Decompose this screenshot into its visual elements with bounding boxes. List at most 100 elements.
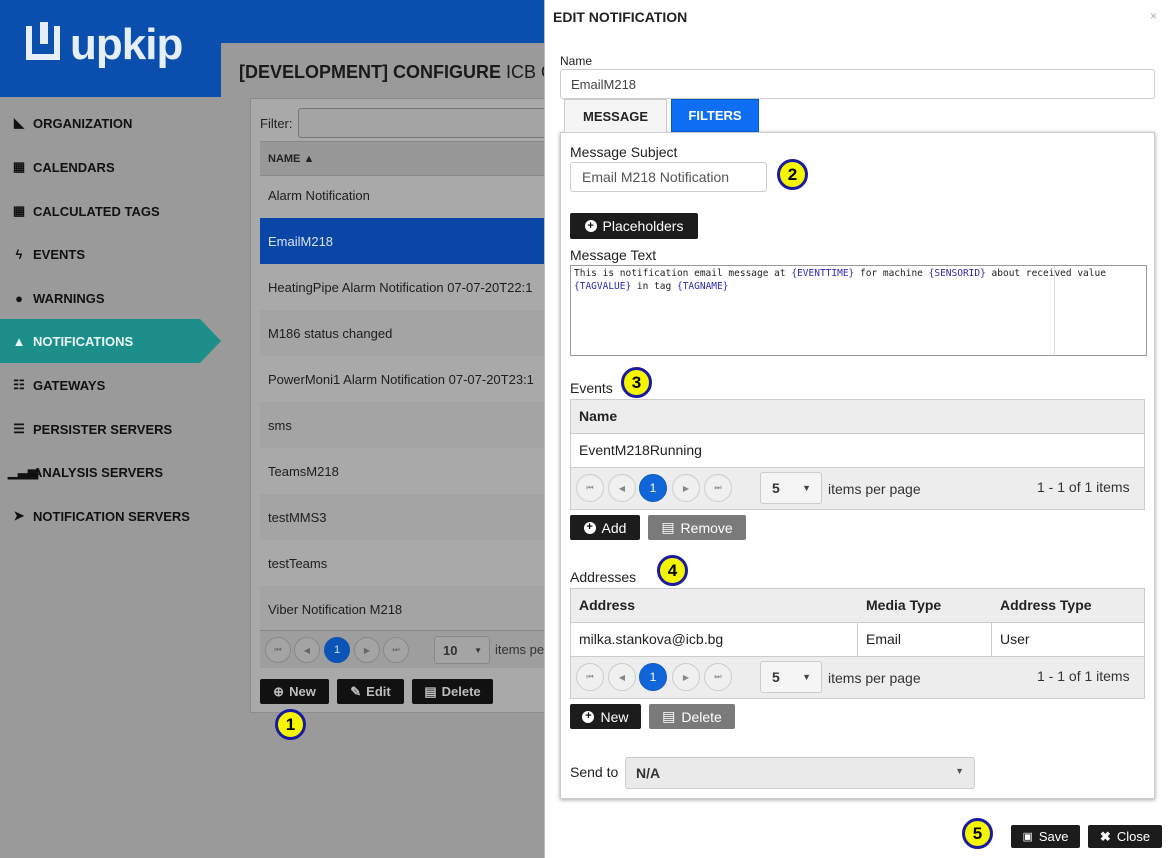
last-page-icon[interactable]: ⏭ [704, 474, 732, 502]
placeholders-button[interactable]: + Placeholders [570, 213, 698, 239]
page-size-select[interactable]: 5 ▼ [760, 661, 822, 693]
table-row[interactable]: testMMS3 [260, 494, 550, 540]
sidebar-item-label: ANALYSIS SERVERS [33, 464, 164, 480]
sidebar-item-calendars[interactable]: ▦ CALENDARS [0, 145, 221, 189]
editor-gutter [1054, 266, 1055, 355]
event-row-name[interactable]: EventM218Running [579, 442, 702, 458]
sidebar-item-label: GATEWAYS [33, 377, 106, 393]
chevron-down-icon: ▼ [802, 672, 811, 682]
prev-page-icon[interactable]: ◀ [294, 637, 320, 663]
send-to-select[interactable]: N/A ▼ [625, 757, 975, 789]
logo-mark-icon [26, 22, 60, 60]
send-to-label: Send to [570, 764, 619, 780]
table-row[interactable]: testTeams [260, 540, 550, 586]
callout-badge-5: 5 [962, 818, 993, 849]
next-page-icon[interactable]: ▶ [354, 637, 380, 663]
trash-icon: ▤ [661, 519, 675, 535]
page-title: [DEVELOPMENT] CONFIGURE ICB O [239, 62, 556, 82]
bar-chart-icon: ▁▃▅ [8, 464, 38, 479]
table-row[interactable]: M186 status changed [260, 310, 550, 356]
message-subject-input[interactable]: Email M218 Notification [570, 162, 767, 192]
sidebar-item-label: NOTIFICATIONS [33, 333, 134, 349]
col-media-type[interactable]: Media Type [866, 597, 941, 613]
prev-page-icon[interactable]: ◀ [608, 663, 636, 691]
table-row[interactable]: Viber Notification M218 [260, 586, 550, 632]
floppy-disk-icon: ▣ [1022, 831, 1033, 843]
sidebar-item-calculated-tags[interactable]: ▦ CALCULATED TAGS [0, 189, 221, 233]
page-number-button[interactable]: 1 [639, 663, 667, 691]
events-header[interactable]: Name [571, 400, 1144, 434]
first-page-icon[interactable]: ⏮ [576, 663, 604, 691]
save-button[interactable]: ▣ Save [1011, 825, 1080, 848]
addresses-pager: ⏮ ◀ 1 ▶ ⏭ 5 ▼ items per page 1 - 1 of 1 i… [571, 656, 1144, 698]
exclamation-circle-icon: ● [15, 290, 23, 306]
last-page-icon[interactable]: ⏭ [383, 637, 409, 663]
modal-title: EDIT NOTIFICATION [553, 9, 688, 25]
sidebar-item-label: CALENDARS [33, 159, 115, 175]
close-icon[interactable]: × [1150, 9, 1157, 23]
page-number-button[interactable]: 1 [324, 637, 350, 663]
col-address[interactable]: Address [579, 597, 635, 613]
add-event-button[interactable]: + Add [570, 515, 640, 540]
table-row[interactable]: PowerMoni1 Alarm Notification 07-07-20T2… [260, 356, 550, 402]
active-arrow [200, 319, 221, 363]
brand-name: upkip [70, 20, 183, 69]
address-type-cell[interactable]: User [1000, 631, 1030, 647]
grid-pager: ⏮ ◀ 1 ▶ ⏭ 10 ▼ items pe [260, 630, 550, 668]
col-address-type[interactable]: Address Type [1000, 597, 1092, 613]
next-page-icon[interactable]: ▶ [672, 663, 700, 691]
close-button[interactable]: ✖ Close [1088, 825, 1162, 848]
prev-page-icon[interactable]: ◀ [608, 474, 636, 502]
sidebar-item-organization[interactable]: ◣ ORGANIZATION [0, 101, 221, 145]
name-label: Name [560, 54, 593, 68]
server-icon: ☰ [13, 421, 25, 436]
tab-filters[interactable]: FILTERS [671, 99, 759, 132]
table-row[interactable]: Alarm Notification [260, 172, 550, 218]
message-subject-label: Message Subject [570, 144, 678, 160]
sidebar-item-label: WARNINGS [33, 290, 105, 306]
page-size-select[interactable]: 10 ▼ [434, 636, 490, 664]
tab-message[interactable]: MESSAGE [564, 99, 667, 132]
table-row[interactable]: TeamsM218 [260, 448, 550, 494]
first-page-icon[interactable]: ⏮ [265, 637, 291, 663]
filter-input[interactable] [298, 108, 550, 138]
table-row[interactable]: EmailM218 [260, 218, 550, 264]
calculator-icon: ▦ [12, 203, 26, 218]
table-row[interactable]: HeatingPipe Alarm Notification 07-07-20T… [260, 264, 550, 310]
new-notification-button[interactable]: ⊕ New [260, 679, 329, 704]
callout-badge-3: 3 [621, 367, 652, 398]
delete-address-button[interactable]: ▤ Delete [649, 704, 735, 729]
name-input[interactable]: EmailM218 [560, 69, 1155, 99]
sitemap-icon: ☷ [13, 377, 25, 392]
table-row[interactable]: sms [260, 402, 550, 448]
page-size-select[interactable]: 5 ▼ [760, 472, 822, 504]
plus-circle-icon: ⊕ [273, 683, 285, 699]
page-number-button[interactable]: 1 [639, 474, 667, 502]
sidebar-item-notification-servers[interactable]: ➤ NOTIFICATION SERVERS [0, 494, 221, 538]
delete-notification-button[interactable]: ▤ Delete [412, 679, 493, 704]
edit-notification-button[interactable]: ✎ Edit [337, 679, 404, 704]
last-page-icon[interactable]: ⏭ [704, 663, 732, 691]
items-per-page-label: items per page [828, 481, 921, 497]
new-address-button[interactable]: + New [570, 704, 641, 729]
sidebar-item-analysis-servers[interactable]: ▁▃▅ ANALYSIS SERVERS [0, 450, 221, 494]
sidebar-item-persister-servers[interactable]: ☰ PERSISTER SERVERS [0, 407, 221, 451]
sidebar-item-notifications[interactable]: ▲ NOTIFICATIONS [0, 319, 221, 363]
remove-event-button[interactable]: ▤ Remove [648, 515, 746, 540]
sidebar-item-events[interactable]: ϟ EVENTS [0, 232, 221, 276]
item-count: 1 - 1 of 1 items [1037, 668, 1130, 684]
events-label: Events [570, 380, 613, 396]
next-page-icon[interactable]: ▶ [672, 474, 700, 502]
address-cell[interactable]: milka.stankova@icb.bg [579, 631, 723, 647]
sidebar-item-gateways[interactable]: ☷ GATEWAYS [0, 363, 221, 407]
sidebar-item-warnings[interactable]: ● WARNINGS [0, 276, 221, 320]
items-per-page-label: items per page [828, 670, 921, 686]
first-page-icon[interactable]: ⏮ [576, 474, 604, 502]
media-type-cell[interactable]: Email [866, 631, 901, 647]
message-text-editor[interactable]: This is notification email message at {E… [570, 265, 1147, 356]
grid-header-name[interactable]: NAME ▲ [260, 141, 550, 176]
app-logo[interactable]: upkip [0, 0, 221, 97]
item-count: 1 - 1 of 1 items [1037, 479, 1130, 495]
items-per-page-label: items pe [495, 642, 545, 657]
area-chart-icon: ◣ [14, 115, 24, 130]
